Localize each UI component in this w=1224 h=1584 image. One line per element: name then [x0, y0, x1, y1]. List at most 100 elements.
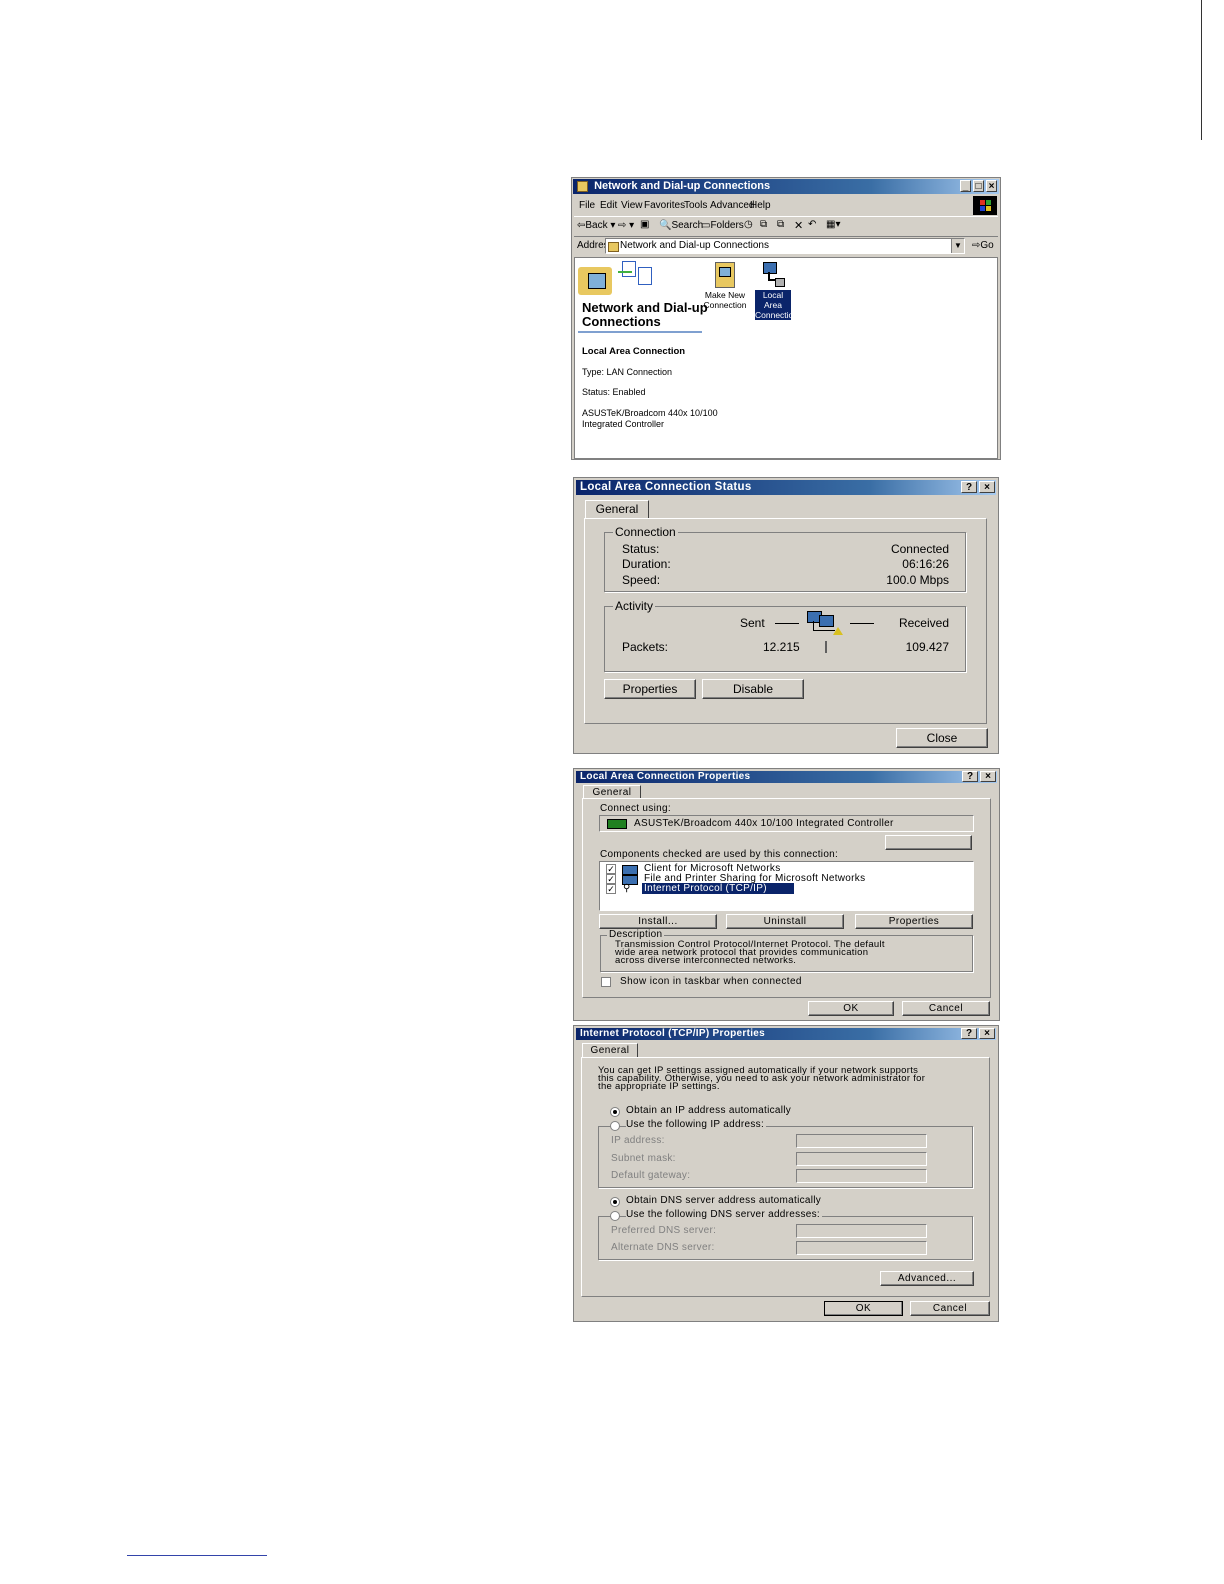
close-icon[interactable]: × — [979, 481, 995, 493]
make-connection-icon — [715, 262, 735, 288]
local-area-connection-item[interactable]: Local Area Connection — [752, 260, 798, 320]
connection-type: Type: LAN Connection — [582, 367, 673, 377]
list-item[interactable]: ✓ ⚲ Internet Protocol (TCP/IP) — [606, 883, 966, 894]
content-area: Network and Dial-up Connections Local Ar… — [574, 257, 998, 459]
maximize-icon[interactable]: □ — [973, 180, 984, 192]
back-button[interactable]: ⇦Back ▾ — [577, 220, 615, 231]
explorer-titlebar[interactable]: Network and Dial-up Connections — [573, 179, 999, 194]
show-icon-checkbox[interactable] — [601, 977, 611, 987]
menu-view[interactable]: View — [621, 200, 643, 211]
cancel-button[interactable]: Cancel — [910, 1301, 990, 1316]
checkbox-file-sharing[interactable]: ✓ — [606, 874, 616, 884]
description-group: Description Transmission Control Protoco… — [600, 929, 973, 972]
speed-value: 100.0 Mbps — [886, 573, 949, 587]
use-dns-radio[interactable] — [610, 1211, 620, 1221]
properties-button[interactable]: Properties — [604, 679, 696, 699]
connection-group-label: Connection — [613, 525, 678, 539]
packets-divider — [825, 641, 827, 653]
tab-general[interactable]: General — [582, 1043, 638, 1058]
address-input[interactable]: Network and Dial-up Connections ▼ — [605, 238, 965, 254]
make-new-connection-item[interactable]: Make New Connection — [702, 260, 748, 312]
connection-status: Status: Enabled — [582, 387, 646, 397]
sent-label: Sent — [740, 616, 765, 630]
status-dialog: Local Area Connection Status ? × General… — [573, 477, 999, 754]
minimize-icon[interactable]: _ — [960, 180, 971, 192]
connect-using-label: Connect using: — [600, 803, 671, 814]
folders-button[interactable]: ▭Folders — [701, 220, 744, 231]
close-icon[interactable]: × — [986, 180, 997, 192]
close-icon[interactable]: × — [979, 1028, 995, 1039]
network-card-icon — [607, 819, 627, 829]
ip-address-label: IP address: — [611, 1135, 665, 1146]
status-value: Connected — [890, 542, 949, 556]
lan-properties-titlebar[interactable]: Local Area Connection Properties — [576, 771, 997, 783]
page-margin-line — [1201, 0, 1202, 140]
packets-received-value: 109.427 — [905, 640, 949, 654]
help-icon[interactable]: ? — [961, 1028, 977, 1039]
close-icon[interactable]: × — [980, 771, 996, 782]
ok-button[interactable]: OK — [824, 1301, 903, 1316]
connection-group: Connection Status: Connected Duration: 0… — [604, 525, 966, 592]
go-button[interactable]: ⇨Go — [972, 240, 994, 251]
received-label: Received — [898, 616, 949, 630]
copy-to-icon[interactable]: ⧉ — [777, 219, 784, 230]
chevron-down-icon[interactable]: ▼ — [951, 239, 964, 253]
alternate-dns-label: Alternate DNS server: — [611, 1242, 715, 1253]
menu-favorites[interactable]: Favorites — [644, 200, 685, 211]
default-gateway-input — [796, 1169, 927, 1183]
sidebar-divider — [578, 331, 702, 333]
adapter-field: ASUSTeK/Broadcom 440x 10/100 Integrated … — [599, 815, 974, 832]
help-icon[interactable]: ? — [961, 481, 977, 493]
menu-tools[interactable]: Tools — [684, 200, 707, 211]
search-button[interactable]: 🔍Search — [659, 220, 703, 231]
checkbox-client[interactable]: ✓ — [606, 864, 616, 874]
menu-advanced[interactable]: Advanced — [710, 200, 754, 211]
move-to-icon[interactable]: ⧉ — [760, 219, 767, 230]
duration-label: Duration: — [622, 557, 671, 571]
disable-button[interactable]: Disable — [702, 679, 804, 699]
tcpip-titlebar[interactable]: Internet Protocol (TCP/IP) Properties — [576, 1028, 996, 1040]
menu-help[interactable]: Help — [750, 200, 771, 211]
cancel-button[interactable]: Cancel — [902, 1001, 990, 1016]
help-icon[interactable]: ? — [962, 771, 978, 782]
network-activity-icon — [805, 609, 845, 637]
use-ip-label: Use the following IP address: — [626, 1119, 767, 1130]
preferred-dns-input — [796, 1224, 927, 1238]
address-bar: Address Network and Dial-up Connections … — [574, 237, 998, 256]
obtain-ip-label: Obtain an IP address automatically — [626, 1105, 792, 1116]
tab-general[interactable]: General — [585, 500, 649, 519]
folder-icon — [577, 180, 588, 192]
dialog-controls: ? × — [961, 481, 995, 493]
checkbox-tcpip[interactable]: ✓ — [606, 884, 616, 894]
dialog-controls: ? × — [962, 771, 996, 782]
use-ip-radio[interactable] — [610, 1121, 620, 1131]
show-icon-label: Show icon in taskbar when connected — [620, 976, 802, 987]
views-icon[interactable]: ▦▾ — [826, 219, 840, 230]
uninstall-button[interactable]: Uninstall — [726, 914, 844, 929]
menu-file[interactable]: File — [579, 200, 595, 211]
lan-connection-icon — [763, 262, 785, 287]
speed-label: Speed: — [622, 573, 661, 587]
subnet-mask-input — [796, 1152, 927, 1166]
lan-properties-dialog: Local Area Connection Properties ? × Gen… — [573, 768, 1000, 1021]
advanced-button[interactable]: Advanced... — [880, 1271, 974, 1286]
activity-group: Activity Sent Received Packets: 12.215 1… — [604, 599, 966, 672]
menu-edit[interactable]: Edit — [600, 200, 617, 211]
dialog-title: Local Area Connection Status — [580, 481, 752, 493]
packets-label: Packets: — [622, 640, 669, 654]
undo-icon[interactable]: ↶ — [808, 219, 816, 230]
up-folder-icon[interactable]: ▣ — [640, 219, 649, 230]
ok-button[interactable]: OK — [808, 1001, 894, 1016]
configure-button[interactable] — [885, 835, 972, 850]
dialog-controls: ? × — [961, 1028, 995, 1039]
history-icon[interactable]: ◷ — [744, 219, 753, 230]
install-button[interactable]: Install... — [599, 914, 717, 929]
status-titlebar[interactable]: Local Area Connection Status — [576, 480, 996, 495]
obtain-dns-radio[interactable] — [610, 1197, 620, 1207]
close-button[interactable]: Close — [896, 728, 988, 748]
properties-button[interactable]: Properties — [855, 914, 973, 929]
tab-general[interactable]: General — [583, 785, 641, 799]
obtain-ip-radio[interactable] — [610, 1107, 620, 1117]
forward-icon[interactable]: ⇨ ▾ — [618, 220, 634, 231]
delete-icon[interactable]: ✕ — [794, 219, 803, 232]
